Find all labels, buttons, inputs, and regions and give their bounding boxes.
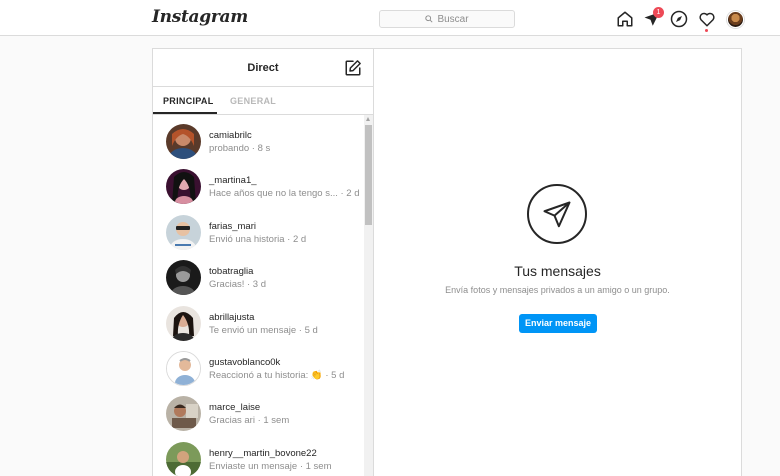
conversation-username: gustavoblanco0k <box>209 357 281 368</box>
tab-general[interactable]: GENERAL <box>230 96 276 106</box>
conversation-preview: Enviaste un mensaje · 1 sem <box>209 461 332 472</box>
avatar <box>166 169 201 204</box>
conversation-username: camiabrilc <box>209 130 252 141</box>
conversation-username: _martina1_ <box>209 175 257 186</box>
conversation-scrollbar[interactable] <box>364 115 373 476</box>
tab-principal[interactable]: PRINCIPAL <box>163 96 214 106</box>
conversation-item[interactable]: gustavoblanco0k Reaccionó a tu historia:… <box>153 342 364 387</box>
conversation-item[interactable]: marce_laise Gracias ari · 1 sem <box>153 387 364 432</box>
top-navigation-bar: Instagram Buscar 1 <box>0 0 780 36</box>
conversation-username: abrillajusta <box>209 312 255 323</box>
profile-avatar[interactable] <box>726 10 744 28</box>
avatar <box>166 306 201 341</box>
conversation-username: tobatraglia <box>209 266 254 277</box>
scrollbar-thumb[interactable] <box>365 125 372 225</box>
home-icon[interactable] <box>616 10 634 28</box>
activity-heart-icon[interactable] <box>698 10 716 32</box>
conversation-preview: probando · 8 s <box>209 143 271 154</box>
new-message-icon[interactable] <box>344 59 362 77</box>
direct-header: Direct <box>153 49 373 87</box>
scroll-up-arrow-icon[interactable] <box>366 117 370 121</box>
conversation-username: farias_mari <box>209 221 256 232</box>
conversation-item[interactable]: camiabrilc probando · 8 s <box>153 115 364 160</box>
conversation-username: marce_laise <box>209 402 261 413</box>
conversation-preview: Reaccionó a tu historia: 👏 · 5 d <box>209 370 345 381</box>
conversation-preview: Te envió un mensaje · 5 d <box>209 325 318 336</box>
avatar <box>166 215 201 250</box>
activity-dot <box>705 29 708 32</box>
inbox-tabs: PRINCIPAL GENERAL <box>153 87 373 115</box>
send-message-button[interactable]: Enviar mensaje <box>519 314 597 333</box>
conversation-preview: Gracias! · 3 d <box>209 279 267 290</box>
conversation-item[interactable]: tobatraglia Gracias! · 3 d <box>153 251 364 296</box>
avatar <box>166 442 201 476</box>
conversation-sidebar: Direct PRINCIPAL GENERAL camiabrilc prob… <box>153 49 374 476</box>
conversation-item[interactable]: abrillajusta Te envió un mensaje · 5 d <box>153 297 364 342</box>
avatar <box>166 124 201 159</box>
direct-icon[interactable]: 1 <box>643 7 664 28</box>
avatar <box>166 396 201 431</box>
explore-icon[interactable] <box>670 10 688 28</box>
conversation-preview: Gracias ari · 1 sem <box>209 415 290 426</box>
direct-inbox-panel: Direct PRINCIPAL GENERAL camiabrilc prob… <box>152 48 742 476</box>
message-pane: Tus mensajes Envía fotos y mensajes priv… <box>374 49 741 476</box>
search-icon <box>425 15 433 23</box>
search-input[interactable]: Buscar <box>379 10 515 28</box>
direct-title: Direct <box>247 62 279 74</box>
conversation-preview: Hace años que no la tengo s... · 2 d <box>209 188 360 199</box>
avatar <box>166 260 201 295</box>
avatar <box>166 351 201 386</box>
conversation-username: henry__martin_bovone22 <box>209 448 317 459</box>
active-tab-indicator <box>153 112 217 114</box>
instagram-logo[interactable]: Instagram <box>152 7 248 27</box>
conversation-item[interactable]: henry__martin_bovone22 Enviaste un mensa… <box>153 433 364 476</box>
conversation-item[interactable]: farias_mari Envió una historia · 2 d <box>153 206 364 251</box>
conversation-preview: Envió una historia · 2 d <box>209 234 307 245</box>
empty-state-title: Tus mensajes <box>514 263 601 279</box>
direct-notification-badge: 1 <box>653 7 664 18</box>
conversation-item[interactable]: _martina1_ Hace años que no la tengo s..… <box>153 160 364 205</box>
paper-plane-icon <box>527 184 587 244</box>
search-placeholder: Buscar <box>437 13 469 25</box>
empty-state-subtitle: Envía fotos y mensajes privados a un ami… <box>445 285 670 295</box>
